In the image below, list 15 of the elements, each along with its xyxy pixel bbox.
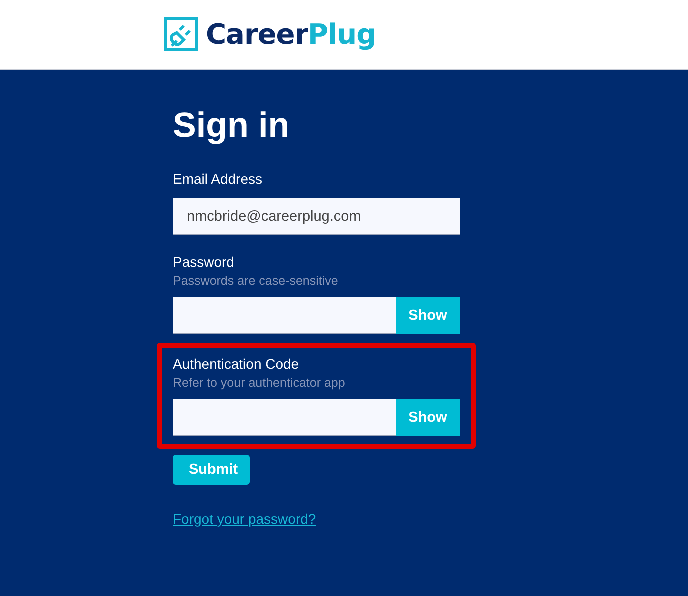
page-heading: Sign in [173,106,291,146]
logo-text: CareerPlug [206,18,376,51]
email-field[interactable]: nmcbride@careerplug.com [173,198,460,235]
password-field[interactable] [173,297,396,334]
submit-button[interactable]: Submit [173,455,250,485]
show-button[interactable]: Show [396,399,460,436]
field-hint: Passwords are case-sensitive [173,274,340,288]
field-label: Email Address [173,171,264,187]
field-label: Password [173,254,236,270]
forgot-password-link[interactable]: Forgot your password? [173,511,316,527]
field-hint: Refer to your authenticator app [173,376,346,390]
show-button[interactable]: Show [396,297,460,334]
password-field[interactable] [173,399,396,436]
logo-icon [163,16,200,53]
field-label: Authentication Code [173,356,300,372]
